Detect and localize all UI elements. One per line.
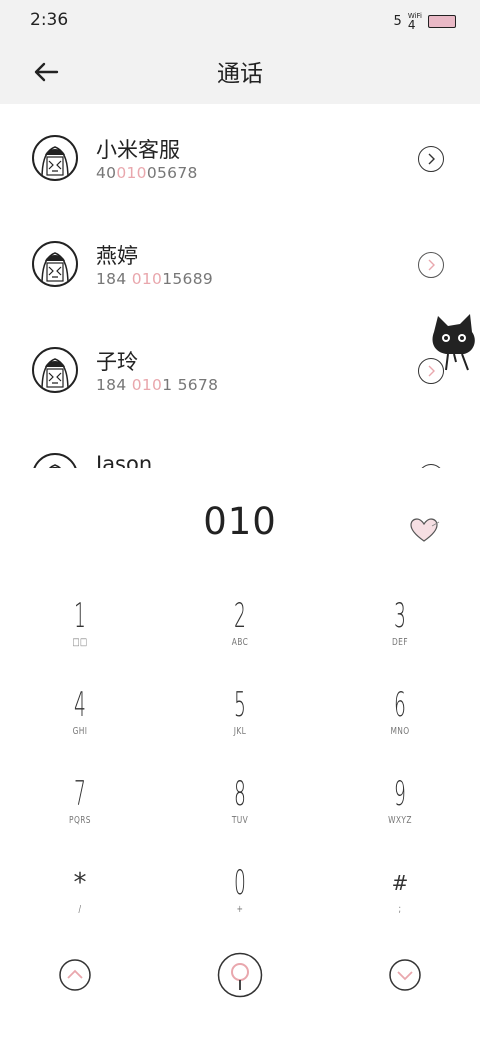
contact-item[interactable]: 小米客服 4001005678	[0, 104, 480, 210]
wifi-icon: WiFi 4	[407, 12, 422, 32]
key-letters: +	[236, 904, 244, 915]
heart-icon	[410, 518, 440, 542]
key-digit: 1	[74, 596, 86, 636]
contact-number: 184 01015689	[96, 270, 213, 288]
number-suffix: 1 5678	[162, 376, 219, 394]
key-letters: /	[78, 904, 82, 915]
key-digit: 5	[234, 685, 246, 725]
battery-icon	[428, 14, 456, 28]
number-prefix: 184	[96, 270, 132, 288]
key-letters: ;	[398, 904, 402, 915]
signal-icon: 5	[393, 13, 402, 29]
girl-cat-avatar-icon	[49, 464, 61, 468]
key-digit: 9	[394, 774, 406, 814]
contact-detail-button[interactable]	[418, 252, 444, 278]
key-2[interactable]: 2 ABC	[160, 592, 320, 680]
key-letters: JKL	[233, 726, 247, 737]
app-header: 通话	[0, 40, 480, 104]
avatar	[32, 135, 78, 181]
cat-sticker-icon	[432, 314, 475, 371]
girl-cat-avatar-icon	[41, 252, 69, 285]
key-letters: DEF	[392, 637, 408, 648]
avatar	[32, 347, 78, 393]
girl-cat-avatar-icon	[41, 358, 69, 391]
key-letters: GHI	[72, 726, 88, 737]
key-digit: #	[391, 871, 409, 895]
key-7[interactable]: 7 PQRS	[0, 770, 160, 858]
contact-number: 184 0101 5678	[96, 376, 218, 394]
key-letters: MNO	[390, 726, 410, 737]
key-0[interactable]: 0 +	[160, 859, 320, 947]
search-circle-icon	[217, 952, 263, 998]
key-9[interactable]: 9 WXYZ	[320, 770, 480, 858]
key-3[interactable]: 3 DEF	[320, 592, 480, 680]
chevron-right-icon	[428, 259, 435, 271]
expand-keypad-button[interactable]	[388, 958, 422, 992]
contact-detail-button[interactable]	[418, 146, 444, 172]
key-digit: 7	[74, 774, 86, 814]
contact-item[interactable]: 子玲 184 0101 5678	[0, 316, 480, 422]
collapse-keypad-button[interactable]	[58, 958, 92, 992]
status-bar: 2:36 5 WiFi 4	[0, 0, 480, 40]
key-hash[interactable]: # ;	[320, 859, 480, 947]
key-digit: 3	[394, 596, 406, 636]
contact-name: 小米客服	[96, 138, 180, 162]
number-match: 010	[131, 376, 163, 394]
number-match: 010	[116, 164, 147, 182]
key-digit: 8	[234, 774, 246, 814]
girl-cat-avatar-icon	[41, 146, 69, 179]
number-suffix: 05678	[146, 164, 198, 182]
contact-item[interactable]: Jason	[0, 422, 480, 468]
contact-name: 子玲	[96, 350, 138, 374]
key-letters: TUV	[231, 815, 249, 826]
chevron-up-circle-icon	[59, 959, 91, 991]
favorite-button[interactable]	[408, 516, 440, 544]
contact-number: 4001005678	[96, 164, 198, 182]
avatar	[32, 453, 78, 468]
key-digit: 2	[234, 596, 246, 636]
key-letters: ABC	[231, 637, 249, 648]
key-letters: PQRS	[69, 815, 91, 826]
key-digit: 4	[74, 685, 86, 725]
avatar	[32, 241, 78, 287]
contact-name: Jason	[96, 452, 153, 468]
number-prefix: 184	[96, 376, 132, 394]
key-digit: 0	[234, 863, 246, 903]
key-5[interactable]: 5 JKL	[160, 681, 320, 769]
key-6[interactable]: 6 MNO	[320, 681, 480, 769]
chevron-right-icon	[428, 153, 435, 165]
contact-item[interactable]: 燕婷 184 01015689	[0, 210, 480, 316]
status-time: 2:36	[30, 10, 69, 30]
key-letters: WXYZ	[388, 815, 412, 826]
key-star[interactable]: * /	[0, 859, 160, 947]
wifi-bars: 4	[407, 18, 416, 32]
chevron-down-circle-icon	[389, 959, 421, 991]
key-digit: *	[73, 868, 87, 898]
page-title: 通话	[217, 61, 263, 87]
key-digit: 6	[394, 685, 406, 725]
key-8[interactable]: 8 TUV	[160, 770, 320, 858]
call-button[interactable]	[217, 952, 263, 998]
contact-list[interactable]: 小米客服 4001005678 燕婷 184 01015689 子玲 184 0…	[0, 104, 480, 468]
contact-name: 燕婷	[96, 244, 138, 268]
status-icons: 5 WiFi 4	[393, 12, 456, 32]
voicemail-icon: □□	[72, 637, 88, 648]
key-4[interactable]: 4 GHI	[0, 681, 160, 769]
number-prefix: 40	[96, 164, 117, 182]
key-1[interactable]: 1 □□	[0, 592, 160, 680]
number-suffix: 15689	[162, 270, 214, 288]
number-match: 010	[131, 270, 163, 288]
contact-detail-button[interactable]	[418, 464, 444, 468]
